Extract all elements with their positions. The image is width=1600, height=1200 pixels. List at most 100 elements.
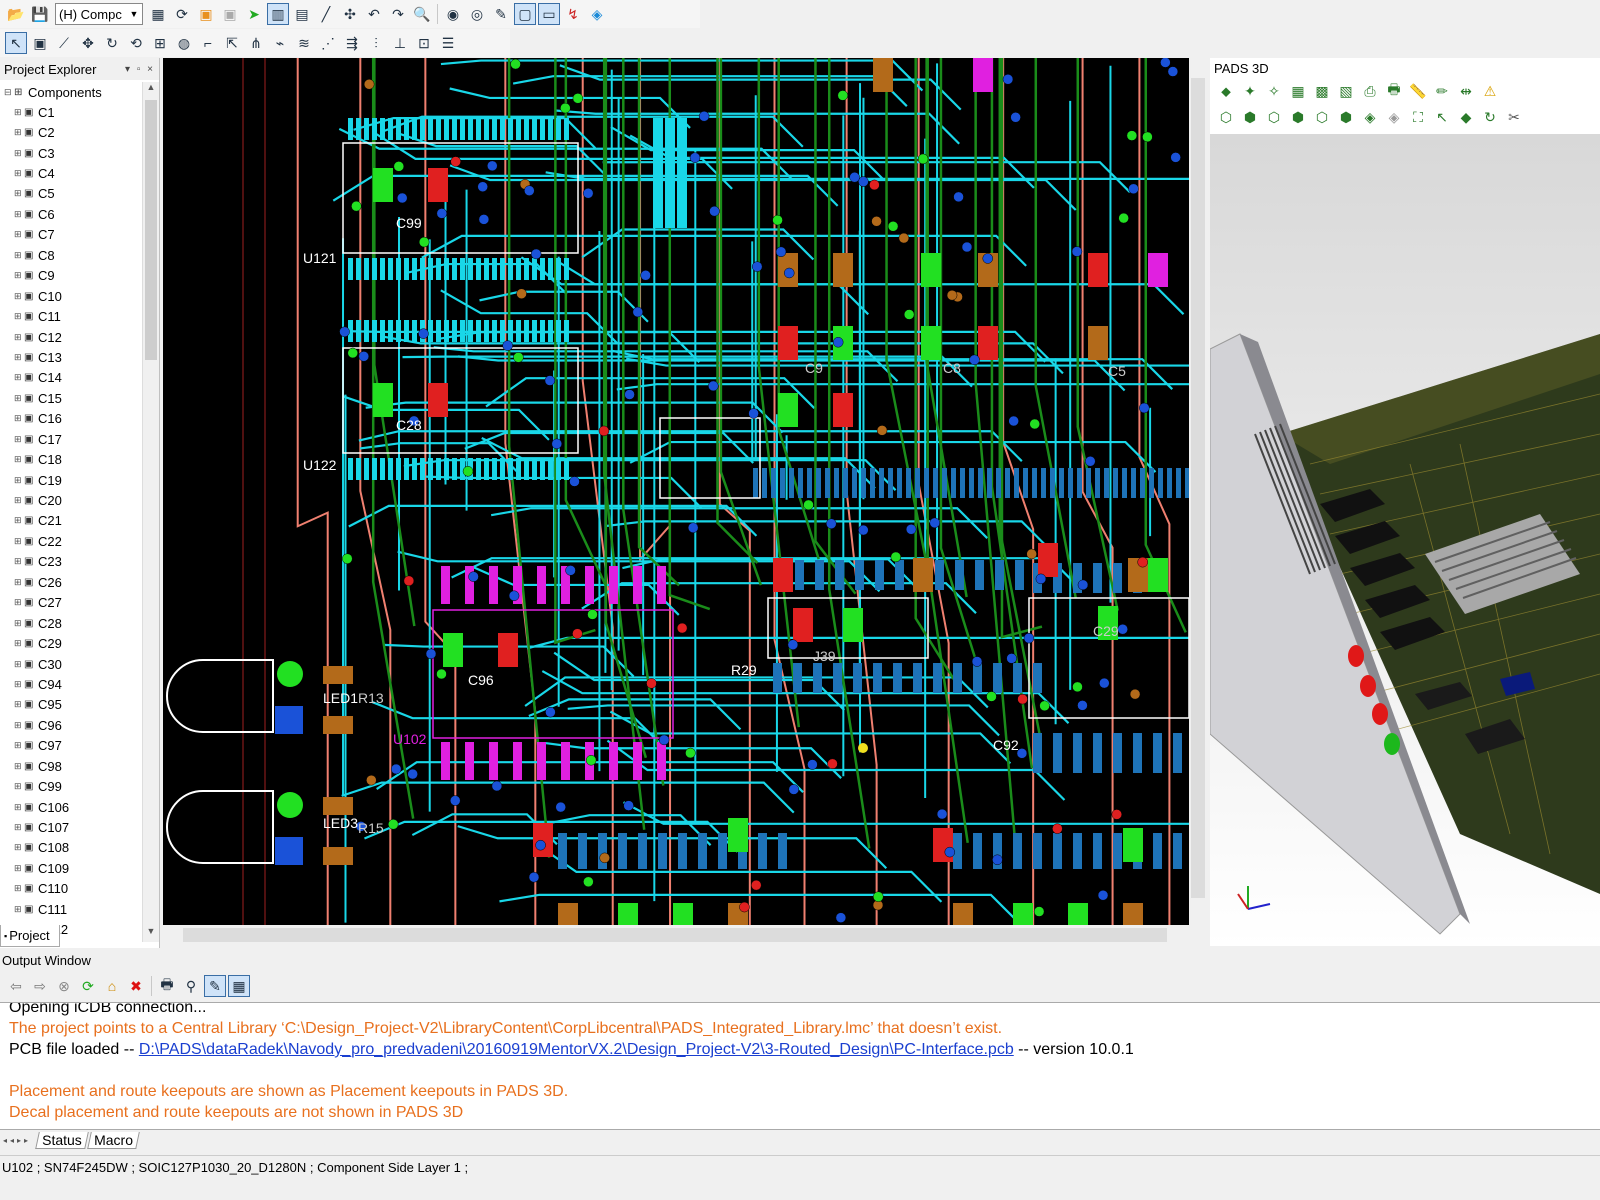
tree-item-c26[interactable]: ⊞ ▣ C26 xyxy=(0,572,142,592)
tree-item-c28[interactable]: ⊞ ▣ C28 xyxy=(0,613,142,633)
measure-icon[interactable]: 📏 xyxy=(1407,80,1429,102)
view-bottom-icon[interactable]: ⬢ xyxy=(1239,106,1261,128)
stack-icon[interactable]: ⫶ xyxy=(365,32,387,54)
find-icon[interactable]: ⚲ xyxy=(180,975,202,997)
tree-item-c7[interactable]: ⊞ ▣ C7 xyxy=(0,225,142,245)
expand-icon[interactable]: ⊞ xyxy=(14,822,24,833)
expand-icon[interactable]: ⊞ xyxy=(14,127,24,138)
expand-icon[interactable]: ⊞ xyxy=(14,311,24,322)
tree-item-c5[interactable]: ⊞ ▣ C5 xyxy=(0,184,142,204)
brush-icon[interactable]: ✎ xyxy=(490,3,512,25)
move-icon[interactable]: ✥ xyxy=(77,32,99,54)
tree-item-c8[interactable]: ⊞ ▣ C8 xyxy=(0,245,142,265)
tree-item-c21[interactable]: ⊞ ▣ C21 xyxy=(0,511,142,531)
delete-icon[interactable]: ✖ xyxy=(125,975,147,997)
pcb-vertical-scrollbar[interactable] xyxy=(1189,58,1207,925)
back-icon[interactable]: ⇦ xyxy=(5,975,27,997)
view-iso-icon[interactable]: ◈ xyxy=(1359,106,1381,128)
expand-icon[interactable]: ⊞ xyxy=(14,393,24,404)
rotate-icon[interactable]: ↻ xyxy=(101,32,123,54)
view2-icon[interactable]: ◎ xyxy=(466,3,488,25)
expand-icon[interactable]: ⊞ xyxy=(14,495,24,506)
grid-icon[interactable]: ▥ xyxy=(267,3,289,25)
expand-icon[interactable]: ⊞ xyxy=(14,148,24,159)
disabled-icon[interactable]: ▣ xyxy=(219,3,241,25)
view-top-icon[interactable]: ⬡ xyxy=(1215,106,1237,128)
3d-view[interactable] xyxy=(1210,134,1600,946)
tree-item-c3[interactable]: ⊞ ▣ C3 xyxy=(0,143,142,163)
select-arrow-icon[interactable]: ↖ xyxy=(1431,106,1453,128)
expand-icon[interactable]: ⊞ xyxy=(14,802,24,813)
tree-item-c6[interactable]: ⊞ ▣ C6 xyxy=(0,204,142,224)
tree-item-c99[interactable]: ⊞ ▣ C99 xyxy=(0,776,142,796)
route-icon[interactable]: ➤ xyxy=(243,3,265,25)
expand-icon[interactable]: ⊞ xyxy=(14,679,24,690)
route-icon[interactable]: ⟋ xyxy=(53,32,75,54)
expand-icon[interactable]: ⊞ xyxy=(14,842,24,853)
expand-icon[interactable]: ⊞ xyxy=(14,413,24,424)
plane-icon[interactable]: ≋ xyxy=(293,32,315,54)
expand-icon[interactable]: ⊞ xyxy=(14,107,24,118)
expand-icon[interactable]: ⊞ xyxy=(14,475,24,486)
home-icon[interactable]: ⌂ xyxy=(101,975,123,997)
view-icon[interactable]: ◉ xyxy=(442,3,464,25)
auto-icon[interactable]: ⋰ xyxy=(317,32,339,54)
expand-icon[interactable]: ⊞ xyxy=(14,188,24,199)
expand-icon[interactable]: ⊞ xyxy=(14,618,24,629)
window-icon[interactable]: ▢ xyxy=(514,3,536,25)
expand-icon[interactable]: ⊞ xyxy=(14,659,24,670)
tree-item-c17[interactable]: ⊞ ▣ C17 xyxy=(0,429,142,449)
tree-item-c10[interactable]: ⊞ ▣ C10 xyxy=(0,286,142,306)
pcb-drawing[interactable]: U121 U122 C99 C28 LED1 LED3 R13 R15 U102 C96 C29 C8… xyxy=(163,58,1189,925)
split-icon[interactable]: ⌁ xyxy=(269,32,291,54)
tree-item-c13[interactable]: ⊞ ▣ C13 xyxy=(0,347,142,367)
corner-icon[interactable]: ⌐ xyxy=(197,32,219,54)
tree-item-c12[interactable]: ⊞ ▣ C12 xyxy=(0,327,142,347)
explorer-scrollbar[interactable]: ▲ ▼ xyxy=(142,82,159,942)
expand-icon[interactable]: ⊞ xyxy=(14,699,24,710)
fit-icon[interactable]: ⛶ xyxy=(1407,106,1429,128)
tree-item-c16[interactable]: ⊞ ▣ C16 xyxy=(0,409,142,429)
tree-item-c14[interactable]: ⊞ ▣ C14 xyxy=(0,368,142,388)
stop-icon[interactable]: ⊗ xyxy=(53,975,75,997)
edit-icon[interactable]: ✎ xyxy=(204,975,226,997)
fly-icon[interactable]: ⬥ xyxy=(1215,80,1237,102)
pane-controls[interactable]: ▾ ▫ × xyxy=(125,64,155,75)
redo-icon[interactable]: ↷ xyxy=(387,3,409,25)
expand-icon[interactable]: ⊞ xyxy=(14,515,24,526)
tab-project[interactable]: ▪ Project xyxy=(0,925,60,947)
refresh-icon[interactable]: ⟳ xyxy=(77,975,99,997)
tree-root-components[interactable]: ⊟ ⊞ Components xyxy=(0,82,142,102)
drag-icon[interactable]: ⇱ xyxy=(221,32,243,54)
tree-item-c20[interactable]: ⊞ ▣ C20 xyxy=(0,490,142,510)
tree-item-c18[interactable]: ⊞ ▣ C18 xyxy=(0,449,142,469)
tree-item-c15[interactable]: ⊞ ▣ C15 xyxy=(0,388,142,408)
expand-icon[interactable]: ⊞ xyxy=(14,372,24,383)
eraser-icon[interactable]: ◆ xyxy=(1455,106,1477,128)
select-arrow-icon[interactable]: ↖ xyxy=(5,32,27,54)
view-back-icon[interactable]: ⬢ xyxy=(1335,106,1357,128)
multi-icon[interactable]: ⋔ xyxy=(245,32,267,54)
preview-icon[interactable]: ⎙ xyxy=(1359,80,1381,102)
refresh-icon[interactable]: ⟳ xyxy=(171,3,193,25)
distance-icon[interactable]: ⇹ xyxy=(1455,80,1477,102)
expand-icon[interactable]: ⊞ xyxy=(14,720,24,731)
pcb-layout-canvas[interactable]: U121 U122 C99 C28 LED1 LED3 R13 R15 U102 C96 C29 C8… xyxy=(163,58,1189,925)
tree-item-c22[interactable]: ⊞ ▣ C22 xyxy=(0,531,142,551)
tree-item-c30[interactable]: ⊞ ▣ C30 xyxy=(0,654,142,674)
scroll-thumb[interactable] xyxy=(1191,78,1205,898)
view-left-icon[interactable]: ⬡ xyxy=(1263,106,1285,128)
parts-icon[interactable]: ▩ xyxy=(1311,80,1333,102)
component-icon[interactable]: ▣ xyxy=(29,32,51,54)
measure-icon[interactable]: ⊡ xyxy=(413,32,435,54)
parts2-icon[interactable]: ▧ xyxy=(1335,80,1357,102)
shove-icon[interactable]: ⇶ xyxy=(341,32,363,54)
cut-icon[interactable]: ✂ xyxy=(1503,106,1525,128)
reset-icon[interactable]: ◍ xyxy=(173,32,195,54)
view-front-icon[interactable]: ⬡ xyxy=(1311,106,1333,128)
expand-icon[interactable]: ⊞ xyxy=(14,597,24,608)
tree-item-c96[interactable]: ⊞ ▣ C96 xyxy=(0,715,142,735)
tab-nav-icon[interactable]: ◂◂▸▸ xyxy=(0,1136,37,1145)
library-icon[interactable]: ▣ xyxy=(195,3,217,25)
rotate-icon[interactable]: ↻ xyxy=(1479,106,1501,128)
